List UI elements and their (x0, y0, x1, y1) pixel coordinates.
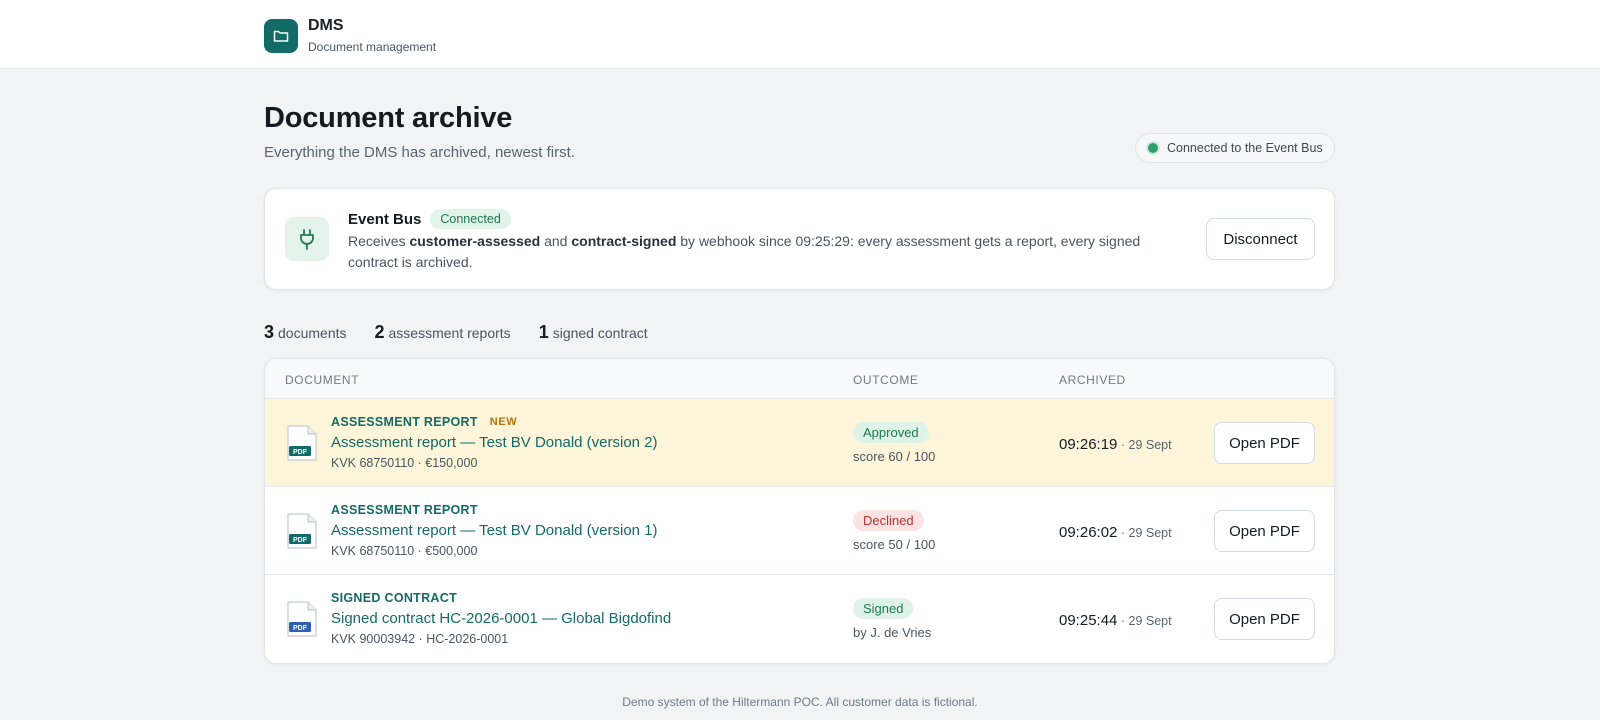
status-dot-icon (1148, 143, 1158, 153)
footer-note: Demo system of the Hiltermann POC. All c… (622, 695, 978, 709)
archived-time: 09:25:44 (1059, 612, 1118, 629)
archived-date: · 29 Sept (1117, 614, 1172, 628)
desc-prefix: Receives (348, 233, 410, 249)
top-bar: DMS Document management (0, 0, 1600, 69)
archived-date: · 29 Sept (1117, 438, 1172, 452)
document-type-label: SIGNED CONTRACT (331, 591, 458, 605)
brand[interactable]: DMS Document management (264, 17, 436, 54)
new-tag: NEW (489, 416, 518, 428)
outcome-detail: by J. de Vries (853, 625, 932, 640)
outcome-badge: Approved (853, 422, 929, 443)
document-title-link[interactable]: Assessment report — Test BV Donald (vers… (331, 522, 658, 539)
svg-text:PDF: PDF (293, 537, 308, 544)
counter-documents: 3 documents (264, 322, 347, 343)
outcome-detail: score 60 / 100 (853, 449, 936, 464)
event-name-signed: contract-signed (571, 233, 677, 249)
documents-table: DOCUMENT OUTCOME ARCHIVED PDF ASSESSMENT… (264, 358, 1335, 664)
page-title: Document archive (264, 102, 513, 134)
counter-label: assessment reports (388, 325, 511, 341)
document-type-label: ASSESSMENT REPORT (331, 415, 478, 429)
open-pdf-button[interactable]: Open PDF (1214, 598, 1315, 640)
archived-timestamp: 09:26:19 · 29 Sept (1059, 436, 1172, 453)
counter-assessment-reports: 2 assessment reports (375, 322, 511, 343)
svg-text:PDF: PDF (293, 625, 308, 632)
connection-status-text: Connected to the Event Bus (1167, 141, 1323, 155)
outcome-detail: score 50 / 100 (853, 537, 936, 552)
archived-date: · 29 Sept (1117, 526, 1172, 540)
outcome-badge: Declined (853, 510, 924, 531)
event-bus-title: Event Bus (348, 210, 422, 228)
disconnect-button[interactable]: Disconnect (1206, 218, 1315, 260)
counter-label: documents (278, 325, 347, 341)
document-meta: KVK 90003942 · HC-2026-0001 (331, 632, 509, 646)
document-type-label: ASSESSMENT REPORT (331, 503, 478, 517)
pdf-file-icon: PDF (287, 425, 317, 461)
document-title-link[interactable]: Assessment report — Test BV Donald (vers… (331, 434, 658, 451)
table-row[interactable]: PDF ASSESSMENT REPORT NEW Assessment rep… (265, 399, 1334, 487)
event-name-assessed: customer-assessed (409, 233, 541, 249)
document-type: ASSESSMENT REPORT (331, 503, 478, 517)
column-header-archived: ARCHIVED (1059, 373, 1126, 387)
document-type: SIGNED CONTRACT (331, 591, 457, 605)
desc-and: and (540, 233, 572, 249)
event-bus-card: Event Bus Connected Receives customer-as… (264, 188, 1335, 290)
connection-status-pill: Connected to the Event Bus (1135, 133, 1335, 163)
svg-text:PDF: PDF (293, 449, 308, 456)
app-subtitle: Document management (308, 40, 437, 54)
folder-icon (264, 18, 298, 53)
counter-label: signed contract (552, 325, 648, 341)
open-pdf-button[interactable]: Open PDF (1214, 510, 1315, 552)
page-subtitle: Everything the DMS has archived, newest … (264, 144, 575, 161)
document-meta: KVK 68750110 · €500,000 (331, 544, 478, 558)
column-header-outcome: OUTCOME (853, 373, 919, 387)
plug-icon (285, 217, 329, 261)
document-type: ASSESSMENT REPORT NEW (331, 415, 517, 429)
counter-value: 1 (538, 322, 549, 342)
app-name: DMS (308, 17, 344, 34)
open-pdf-button[interactable]: Open PDF (1214, 422, 1315, 464)
archived-timestamp: 09:26:02 · 29 Sept (1059, 524, 1172, 541)
archived-time: 09:26:02 (1059, 524, 1118, 541)
table-row[interactable]: PDF ASSESSMENT REPORT Assessment report … (265, 487, 1334, 575)
pdf-file-icon: PDF (287, 601, 317, 637)
table-header: DOCUMENT OUTCOME ARCHIVED (265, 359, 1334, 399)
table-row[interactable]: PDF SIGNED CONTRACT Signed contract HC-2… (265, 575, 1334, 663)
event-bus-description: Receives customer-assessed and contract-… (348, 231, 1186, 273)
archived-timestamp: 09:25:44 · 29 Sept (1059, 612, 1172, 629)
document-counters: 3 documents 2 assessment reports 1 signe… (264, 322, 676, 343)
outcome-badge: Signed (853, 598, 914, 619)
column-header-document: DOCUMENT (285, 373, 360, 387)
counter-value: 3 (264, 322, 275, 342)
pdf-file-icon: PDF (287, 513, 317, 549)
document-title-link[interactable]: Signed contract HC-2026-0001 — Global Bi… (331, 610, 671, 627)
counter-signed-contracts: 1 signed contract (539, 322, 648, 343)
archived-time: 09:26:19 (1059, 436, 1118, 453)
counter-value: 2 (374, 322, 385, 342)
document-meta: KVK 68750110 · €150,000 (331, 456, 478, 470)
connected-badge: Connected (430, 209, 511, 229)
